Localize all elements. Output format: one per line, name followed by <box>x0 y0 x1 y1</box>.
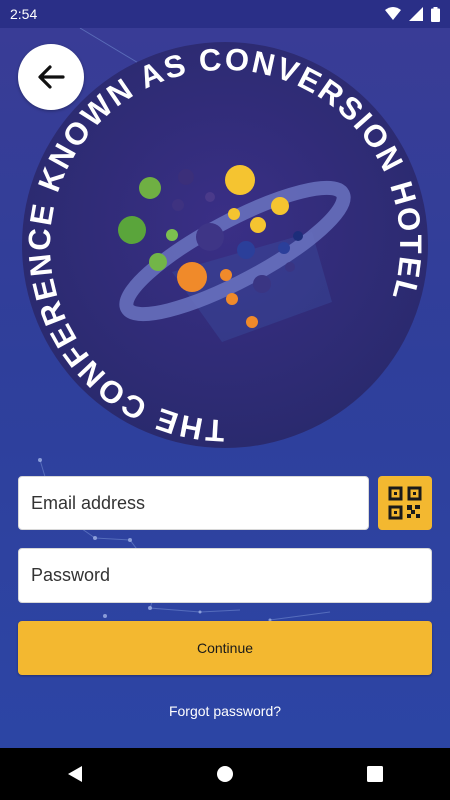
email-field[interactable] <box>18 476 369 530</box>
password-input[interactable] <box>29 564 421 587</box>
status-time: 2:54 <box>10 6 38 22</box>
signal-icon <box>409 7 423 21</box>
qr-code-icon <box>388 486 422 520</box>
nav-recents-button[interactable] <box>345 754 405 794</box>
battery-icon <box>431 6 440 22</box>
nav-home-button[interactable] <box>195 754 255 794</box>
conference-logo: THE CONFERENCE KNOWN AS CONVERSION HOTEL <box>22 42 428 448</box>
recents-square-icon <box>367 766 383 782</box>
password-field[interactable] <box>18 548 432 603</box>
status-bar: 2:54 <box>0 0 450 28</box>
nav-back-button[interactable] <box>45 754 105 794</box>
qr-scan-button[interactable] <box>378 476 432 530</box>
login-screen: 2:54 THE CONFERENCE KNOWN AS CONVERSION … <box>0 0 450 800</box>
back-button[interactable] <box>18 44 84 110</box>
wifi-icon <box>385 7 401 20</box>
home-circle-icon <box>217 766 233 782</box>
system-nav-bar <box>0 748 450 800</box>
back-triangle-icon <box>68 766 82 782</box>
forgot-password-link[interactable]: Forgot password? <box>0 703 450 719</box>
arrow-left-icon <box>38 65 65 89</box>
status-icons <box>385 6 440 22</box>
continue-button[interactable]: Continue <box>18 621 432 675</box>
email-input[interactable] <box>29 491 358 515</box>
